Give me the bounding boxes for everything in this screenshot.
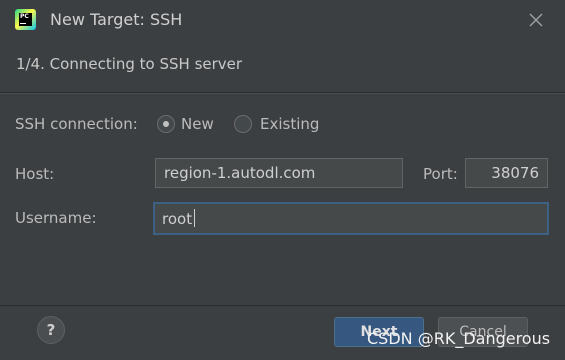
host-input[interactable]	[155, 158, 403, 188]
ssh-connection-label: SSH connection:	[15, 115, 138, 133]
text-caret	[194, 209, 195, 227]
radio-selected-dot	[163, 121, 169, 127]
close-icon[interactable]	[527, 11, 545, 29]
port-input[interactable]	[465, 158, 548, 188]
port-label: Port:	[423, 165, 458, 183]
help-button[interactable]: ?	[37, 316, 65, 344]
app-icon-text: PC	[20, 13, 29, 20]
new-target-ssh-dialog: PC New Target: SSH 1/4. Connecting to SS…	[0, 0, 565, 360]
step-heading: 1/4. Connecting to SSH server	[16, 55, 243, 73]
window-title: New Target: SSH	[50, 10, 183, 29]
host-label: Host:	[15, 165, 55, 183]
username-input[interactable]	[153, 202, 549, 235]
title-bar: PC New Target: SSH	[0, 0, 565, 40]
watermark-text: CSDN @RK_Dangerous	[367, 329, 551, 348]
radio-new[interactable]	[157, 115, 175, 133]
radio-new-label[interactable]: New	[181, 114, 214, 134]
radio-existing-label[interactable]: Existing	[260, 114, 319, 134]
username-label: Username:	[15, 209, 97, 227]
radio-existing[interactable]	[234, 115, 252, 133]
pycharm-app-icon: PC	[15, 9, 36, 30]
